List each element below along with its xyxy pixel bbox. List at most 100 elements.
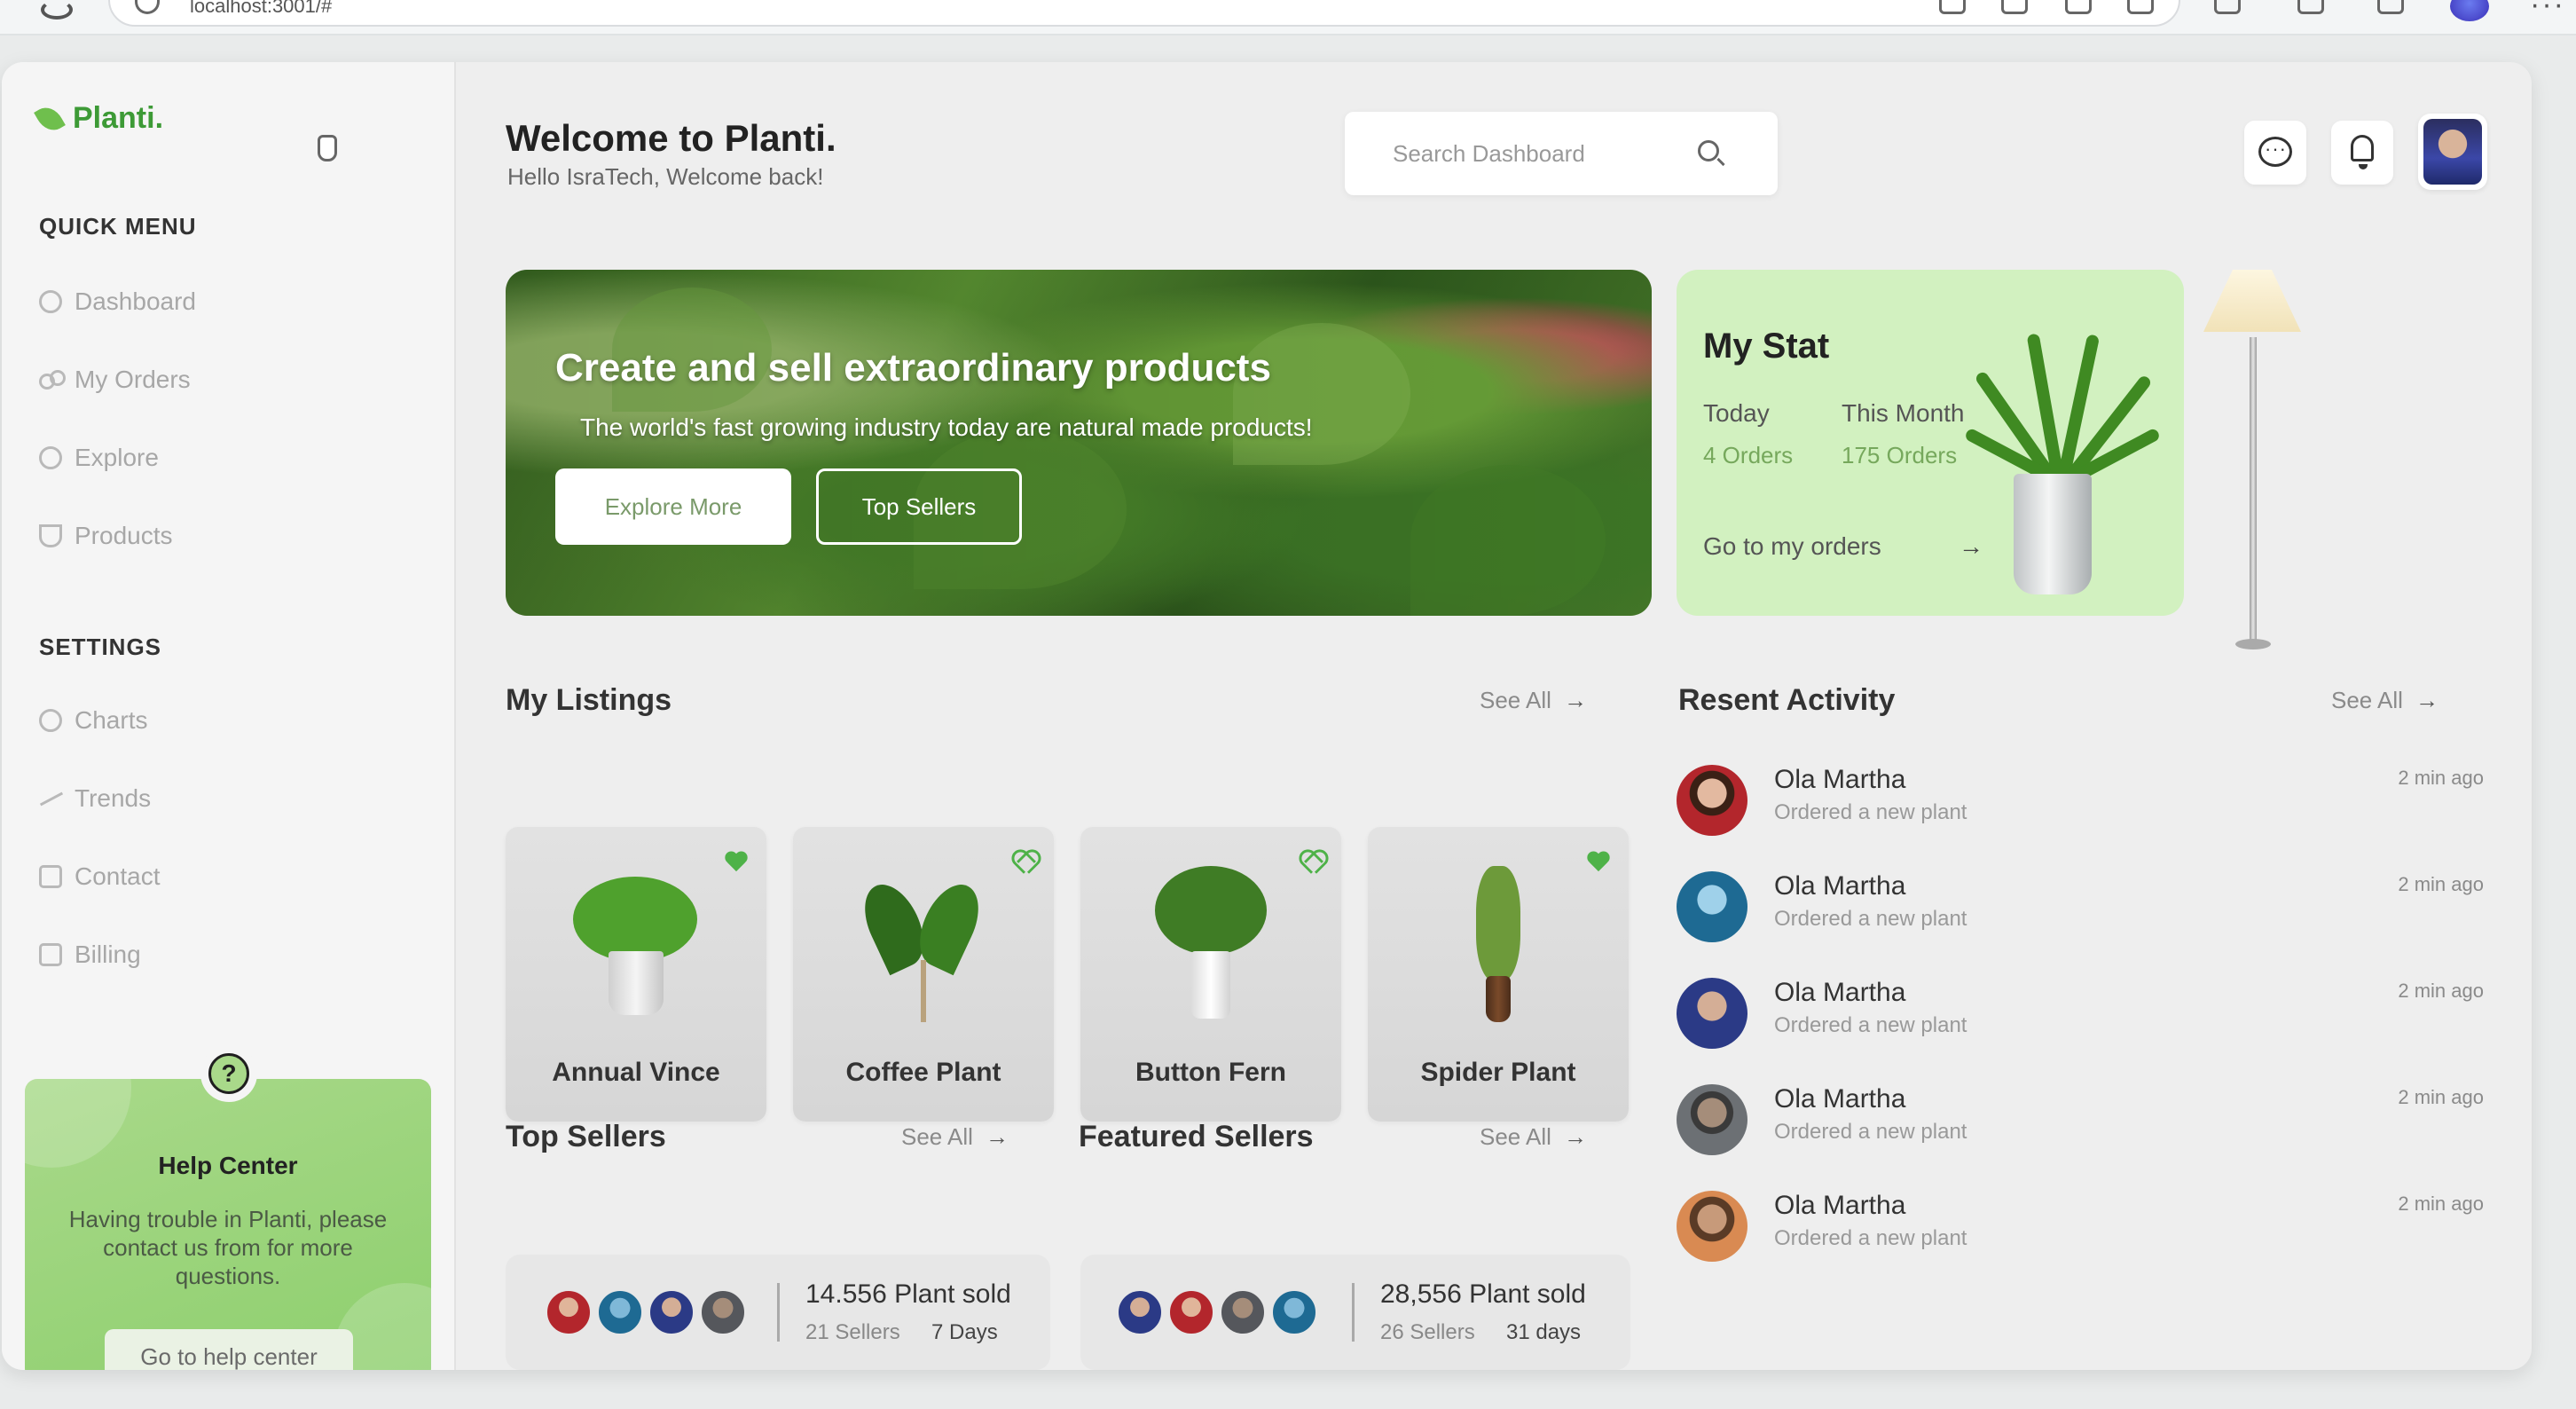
my-stat-card: My Stat Today This Month 4 Orders 175 Or… — [1677, 270, 2184, 616]
top-sellers-card[interactable]: 14.556 Plant sold 21 Sellers 7 Days — [506, 1255, 1050, 1370]
plant-pot-image — [1486, 976, 1511, 1022]
page-subtitle: Hello IsraTech, Welcome back! — [507, 163, 824, 190]
activity-time: 2 min ago — [2398, 767, 2484, 789]
favorites-list-icon[interactable] — [2297, 0, 2324, 14]
divider — [1352, 1283, 1355, 1342]
heart-outline-icon[interactable] — [1299, 852, 1323, 875]
help-center-button[interactable]: Go to help center — [105, 1329, 353, 1370]
arrow-right-icon: → — [1563, 1123, 1587, 1150]
help-badge: ? — [200, 1045, 257, 1102]
address-url[interactable]: localhost:3001/# — [190, 0, 332, 18]
heart-filled-icon[interactable] — [1586, 852, 1611, 875]
help-center-card: Help Center Having trouble in Planti, pl… — [25, 1079, 431, 1370]
arrow-right-icon[interactable]: → — [1959, 532, 1983, 561]
favorite-star-icon[interactable] — [2127, 0, 2154, 14]
listings-see-all[interactable]: See All → — [1480, 687, 1587, 714]
heart-outline-icon[interactable] — [1011, 852, 1036, 875]
seller-count: 21 Sellers — [805, 1320, 900, 1344]
activity-title: Resent Activity — [1678, 683, 1896, 717]
browser-profile-icon[interactable] — [2450, 0, 2489, 21]
see-all-label: See All — [2331, 687, 2403, 713]
reload-icon[interactable] — [41, 0, 73, 20]
listing-card-button-fern[interactable]: Button Fern — [1080, 827, 1341, 1122]
browser-toolbar: localhost:3001/# ··· — [0, 0, 2576, 35]
sidebar-item-dashboard[interactable]: Dashboard — [39, 287, 196, 316]
sidebar-item-explore[interactable]: Explore — [39, 444, 159, 472]
listings-title: My Listings — [506, 683, 672, 717]
seller-avatar — [1270, 1288, 1318, 1336]
search-input[interactable] — [1393, 131, 1694, 176]
reader-view-icon[interactable] — [1939, 0, 1966, 14]
plant-stem — [921, 960, 926, 1022]
activity-action: Ordered a new plant — [1774, 907, 1967, 931]
bell-icon — [2351, 135, 2374, 169]
messages-button[interactable] — [2244, 121, 2306, 185]
seller-avatar — [1167, 1288, 1215, 1336]
sidebar-item-label: Products — [75, 522, 173, 549]
plants-sold: 28,556 Plant sold — [1380, 1279, 1586, 1309]
activity-item[interactable]: Ola Martha Ordered a new plant 2 min ago — [1677, 871, 2484, 960]
activity-action: Ordered a new plant — [1774, 1120, 1967, 1144]
trend-line-icon — [39, 787, 62, 810]
activity-time: 2 min ago — [2398, 980, 2484, 1002]
activity-see-all[interactable]: See All → — [2331, 687, 2439, 714]
address-bar[interactable] — [108, 0, 2180, 27]
sidebar-item-products[interactable]: Products — [39, 522, 173, 550]
plant-pot-image — [2014, 474, 2092, 594]
collections-icon[interactable] — [2377, 0, 2404, 14]
featured-sellers-title: Featured Sellers — [1079, 1120, 1314, 1153]
search-box[interactable] — [1345, 112, 1778, 195]
featured-sellers-see-all[interactable]: See All → — [1480, 1123, 1587, 1151]
seller-avatar — [1116, 1288, 1164, 1336]
listing-card-spider-plant[interactable]: Spider Plant — [1368, 827, 1629, 1122]
listing-name: Annual Vince — [552, 1058, 720, 1087]
avatar-photo — [2423, 119, 2482, 185]
top-sellers-see-all[interactable]: See All → — [901, 1123, 1009, 1151]
refresh-sync-icon[interactable] — [2214, 0, 2241, 14]
listing-card-annual-vince[interactable]: Annual Vince — [506, 827, 766, 1122]
brand-name: Planti. — [73, 101, 164, 135]
activity-name: Ola Martha — [1774, 978, 1906, 1007]
sidebar-item-contact[interactable]: Contact — [39, 862, 161, 891]
seller-avatar — [699, 1288, 747, 1336]
featured-sellers-card[interactable]: 28,556 Plant sold 26 Sellers 31 days — [1080, 1255, 1630, 1370]
seller-count: 26 Sellers — [1380, 1320, 1475, 1344]
stat-title: My Stat — [1703, 327, 1830, 366]
floor-lamp-shade — [2203, 270, 2301, 332]
brand-logo[interactable]: Planti. — [34, 101, 164, 136]
orders-icon — [39, 368, 66, 391]
sidebar-item-trends[interactable]: Trends — [39, 784, 151, 813]
sidebar-item-charts[interactable]: Charts — [39, 706, 147, 735]
heart-filled-icon[interactable] — [724, 852, 749, 875]
activity-item[interactable]: Ola Martha Ordered a new plant 2 min ago — [1677, 978, 2484, 1067]
activity-item[interactable]: Ola Martha Ordered a new plant 2 min ago — [1677, 1191, 2484, 1279]
sidebar-item-label: Contact — [75, 862, 161, 890]
user-avatar[interactable] — [2418, 114, 2487, 190]
stat-today-label: Today — [1703, 399, 1770, 427]
extensions-icon[interactable] — [2001, 0, 2028, 14]
see-all-label: See All — [1480, 687, 1551, 713]
search-icon[interactable] — [1698, 140, 1719, 161]
seller-avatar — [648, 1288, 695, 1336]
sidebar-item-my-orders[interactable]: My Orders — [39, 366, 191, 394]
read-aloud-icon[interactable] — [2065, 0, 2092, 14]
seller-avatar — [1219, 1288, 1267, 1336]
more-menu-icon[interactable]: ··· — [2530, 0, 2565, 22]
period: 31 days — [1506, 1320, 1582, 1344]
dashboard-icon — [39, 290, 62, 313]
sidebar-item-label: Dashboard — [75, 287, 196, 315]
activity-item[interactable]: Ola Martha Ordered a new plant 2 min ago — [1677, 1084, 2484, 1173]
listing-card-coffee-plant[interactable]: Coffee Plant — [793, 827, 1054, 1122]
go-to-orders-link[interactable]: Go to my orders — [1703, 532, 1881, 561]
notifications-button[interactable] — [2331, 121, 2393, 185]
sidebar-item-billing[interactable]: Billing — [39, 941, 141, 969]
contact-icon — [39, 865, 62, 888]
activity-avatar — [1677, 1191, 1747, 1262]
floor-lamp-pole — [2250, 337, 2257, 642]
sidebar-item-label: Charts — [75, 706, 148, 734]
activity-name: Ola Martha — [1774, 1191, 1906, 1220]
activity-item[interactable]: Ola Martha Ordered a new plant 2 min ago — [1677, 765, 2484, 854]
explore-more-button[interactable]: Explore More — [555, 468, 791, 545]
top-sellers-button[interactable]: Top Sellers — [816, 468, 1022, 545]
hero-banner: Create and sell extraordinary products T… — [506, 270, 1652, 616]
